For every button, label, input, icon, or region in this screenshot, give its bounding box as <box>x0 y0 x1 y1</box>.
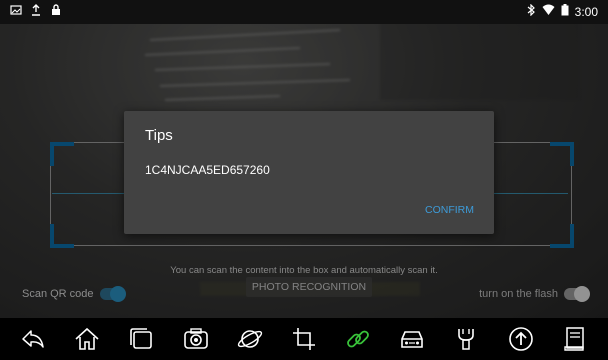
link-icon[interactable] <box>341 322 375 356</box>
tips-dialog: Tips 1C4NJCAA5ED657260 CONFIRM <box>124 111 494 234</box>
car-icon[interactable] <box>395 322 429 356</box>
lock-icon <box>50 4 62 19</box>
battery-icon <box>561 4 569 19</box>
home-icon[interactable] <box>70 322 104 356</box>
crop-icon[interactable] <box>287 322 321 356</box>
status-bar: 3:00 <box>0 0 608 24</box>
upload-arrow-icon[interactable] <box>504 322 538 356</box>
wifi-icon <box>542 4 555 19</box>
bluetooth-icon <box>526 3 536 19</box>
dialog-title: Tips <box>145 127 173 144</box>
recent-apps-icon[interactable] <box>124 322 158 356</box>
dialog-message: 1C4NJCAA5ED657260 <box>145 163 270 177</box>
back-icon[interactable] <box>16 322 50 356</box>
diagnostic-tool-icon[interactable] <box>449 322 483 356</box>
camera-icon[interactable] <box>179 322 213 356</box>
image-icon <box>10 4 22 19</box>
confirm-button[interactable]: CONFIRM <box>425 204 474 216</box>
bottom-nav-bar <box>0 318 608 360</box>
upload-icon <box>30 4 42 19</box>
browser-icon[interactable] <box>233 322 267 356</box>
manual-icon[interactable] <box>558 322 592 356</box>
status-time: 3:00 <box>574 4 598 19</box>
